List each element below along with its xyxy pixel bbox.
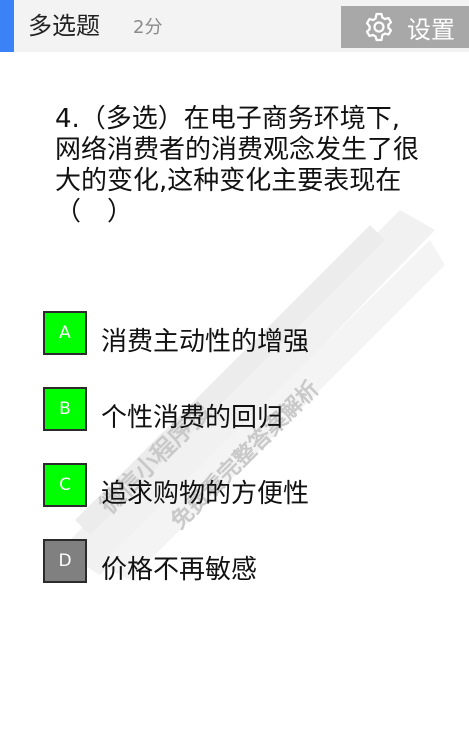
option-b-text: 个性消费的回归: [101, 402, 284, 433]
option-a-text: 消费主动性的增强: [101, 326, 310, 357]
options-list: A 消费主动性的增强 B 个性消费的回归 C 追求购物的方便性 D 价格不再敏感: [43, 310, 443, 614]
option-c-text: 追求购物的方便性: [101, 478, 310, 509]
quiz-page: 多选题 2分 设置 4.（多选）在电子商务环境下,网络消费者的消费观念发生了很大…: [0, 0, 469, 750]
question-header: 多选题 2分 设置: [0, 0, 469, 52]
header-accent-bar: [0, 0, 14, 52]
question-type-title: 多选题: [28, 12, 100, 40]
question-score: 2分: [133, 17, 163, 38]
option-c[interactable]: C 追求购物的方便性: [43, 462, 443, 509]
settings-label: 设置: [407, 15, 455, 44]
option-b[interactable]: B 个性消费的回归: [43, 386, 443, 433]
settings-button[interactable]: 设置: [341, 6, 469, 48]
option-c-letter[interactable]: C: [43, 463, 87, 507]
option-d-letter[interactable]: D: [43, 539, 87, 583]
option-a[interactable]: A 消费主动性的增强: [43, 310, 443, 357]
question-text: 4.（多选）在电子商务环境下,网络消费者的消费观念发生了很大的变化,这种变化主要…: [55, 104, 420, 227]
option-b-letter[interactable]: B: [43, 387, 87, 431]
option-d-text: 价格不再敏感: [101, 554, 258, 585]
option-a-letter[interactable]: A: [43, 311, 87, 355]
gear-icon: [363, 11, 395, 43]
option-d[interactable]: D 价格不再敏感: [43, 538, 443, 585]
